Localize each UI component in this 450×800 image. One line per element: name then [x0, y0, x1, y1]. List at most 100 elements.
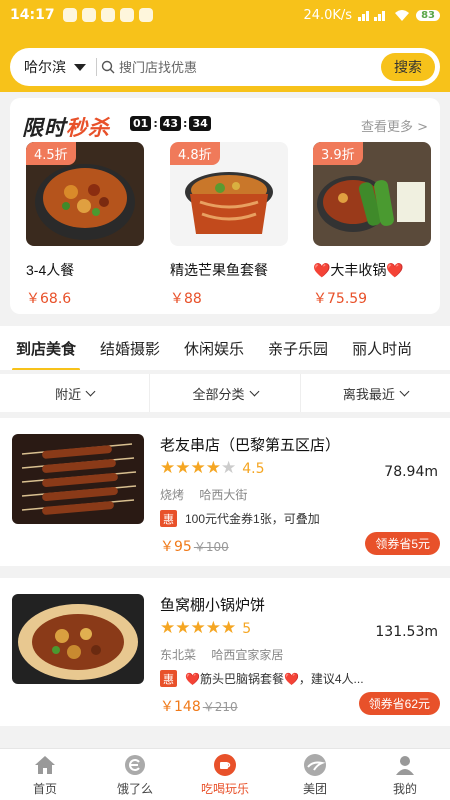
distance: 78.94m	[384, 464, 438, 480]
tab-wedding-photo[interactable]: 结婚摄影	[100, 338, 160, 359]
star-icon: ★	[175, 458, 191, 478]
shop-meta: 东北菜 哈西宜家家居	[160, 646, 295, 663]
caret-down-icon	[74, 63, 86, 71]
bottom-nav: 首页 饿了么 吃喝玩乐 美团 我的	[0, 748, 450, 800]
tab-dining[interactable]: 到店美食	[11, 338, 81, 370]
price-row: ￥148 ￥210	[160, 696, 238, 716]
notification-icon	[100, 8, 115, 22]
nav-label: 美团	[302, 781, 327, 796]
shop-name: 鱼窝棚小锅炉饼	[160, 597, 266, 614]
nav-home[interactable]: 首页	[0, 749, 90, 800]
flash-sale-title-prefix: 限时	[22, 116, 66, 140]
distance: 131.53m	[375, 624, 438, 640]
deal-image: 4.5折	[26, 142, 144, 246]
home-icon	[33, 753, 57, 777]
nav-profile[interactable]: 我的	[360, 749, 450, 800]
category-tabs: 到店美食 结婚摄影 休闲娱乐 亲子乐园 丽人时尚	[0, 326, 450, 370]
tab-beauty[interactable]: 丽人时尚	[352, 338, 412, 359]
shop-list-item[interactable]: 老友串店（巴黎第五区店） ★ ★ ★ ★ ★ 4.5 78.94m 烧烤 哈西大…	[0, 418, 450, 566]
deal-card[interactable]: 4.5折 3-4人餐 ￥68.6	[26, 142, 144, 308]
tab-kids[interactable]: 亲子乐园	[268, 338, 328, 359]
network-speed: 24.0K/s	[303, 7, 353, 23]
filter-label: 全部分类	[192, 386, 245, 402]
shop-image	[12, 434, 144, 524]
price-now: ￥148	[160, 699, 201, 715]
star-icon: ★	[205, 618, 221, 638]
deal-price: ￥88	[170, 291, 202, 307]
deal-price: ￥75.59	[313, 291, 368, 307]
countdown-timer: 01: 43: 34	[130, 116, 211, 131]
promo-line: 惠 ❤️筋头巴脑锅套餐❤️，建议4人...	[160, 670, 364, 687]
star-icon: ★	[160, 458, 176, 478]
nav-label: 吃喝玩乐	[200, 781, 249, 796]
search-button[interactable]: 搜索	[381, 53, 435, 81]
notification-icon	[119, 8, 134, 22]
promo-text: ❤️筋头巴脑锅套餐❤️，建议4人...	[185, 672, 364, 686]
status-bar: 14:17 24.0K/s 83	[0, 0, 450, 30]
filter-category[interactable]: 全部分类	[150, 374, 301, 412]
flash-sale-title-highlight: 秒杀	[66, 116, 110, 140]
deal-image: 3.9折	[313, 142, 431, 246]
divider	[96, 58, 97, 76]
shop-area: 哈西宜家家居	[211, 648, 284, 662]
search-bar: 哈尔滨 搜索	[10, 48, 440, 86]
deal-image: 4.8折	[170, 142, 288, 246]
deal-name: ❤️大丰收锅❤️	[313, 262, 404, 278]
chevron-down-icon	[399, 386, 410, 396]
price-original: ￥210	[202, 700, 238, 714]
filter-label: 离我最近	[342, 386, 395, 402]
shop-list-item[interactable]: 鱼窝棚小锅炉饼 ★ ★ ★ ★ ★ 5 131.53m 东北菜 哈西宜家家居 惠…	[0, 578, 450, 726]
rating-value: 5	[242, 620, 252, 637]
discount-badge: 3.9折	[313, 142, 363, 165]
wifi-icon	[395, 10, 410, 21]
search-icon	[101, 60, 115, 74]
flash-sale-title: 限时秒杀	[22, 112, 110, 142]
nav-eleme[interactable]: 饿了么	[90, 749, 180, 800]
city-selector[interactable]: 哈尔滨	[24, 57, 86, 77]
eleme-icon	[123, 753, 147, 777]
price-row: ￥95 ￥100	[160, 536, 229, 556]
timer-hours: 01	[130, 116, 152, 131]
nav-meituan[interactable]: 美团	[270, 749, 360, 800]
user-icon	[393, 753, 417, 777]
deal-name: 3-4人餐	[26, 262, 75, 278]
shop-name: 老友串店（巴黎第五区店）	[160, 437, 341, 454]
signal-icon	[358, 11, 386, 21]
deal-price: ￥68.6	[26, 291, 72, 307]
nav-label: 我的	[392, 781, 417, 796]
star-icon: ★	[221, 458, 237, 478]
chevron-down-icon	[85, 386, 96, 396]
price-now: ￥95	[160, 539, 192, 555]
cup-icon	[213, 753, 237, 777]
deal-card[interactable]: 3.9折 ❤️大丰收锅❤️ ￥75.59	[313, 142, 431, 308]
timer-seconds: 34	[189, 116, 211, 131]
claim-coupon-button[interactable]: 领券省5元	[365, 532, 440, 555]
view-more-link[interactable]: 查看更多 >	[361, 116, 428, 135]
filter-label: 附近	[55, 386, 82, 402]
shop-category: 烧烤	[160, 488, 185, 502]
filter-sort[interactable]: 离我最近	[301, 374, 450, 412]
deal-name: 精选芒果鱼套餐	[170, 262, 268, 278]
chevron-down-icon	[249, 386, 259, 396]
notification-icons	[62, 8, 153, 22]
tab-leisure[interactable]: 休闲娱乐	[184, 338, 244, 359]
star-rating: ★ ★ ★ ★ ★ 5	[160, 620, 251, 637]
battery-icon: 83	[416, 9, 440, 21]
nav-food-fun[interactable]: 吃喝玩乐	[180, 749, 270, 800]
notification-icon	[138, 8, 153, 22]
rating-value: 4.5	[242, 460, 265, 477]
search-input[interactable]	[119, 59, 381, 75]
filter-nearby[interactable]: 附近	[0, 374, 151, 412]
discount-badge: 4.8折	[170, 142, 220, 165]
promo-line: 惠 100元代金券1张，可叠加	[160, 510, 320, 527]
nav-label: 饿了么	[116, 781, 153, 796]
star-rating: ★ ★ ★ ★ ★ 4.5	[160, 460, 265, 477]
timer-minutes: 43	[159, 116, 182, 131]
deal-card[interactable]: 4.8折 精选芒果鱼套餐 ￥88	[170, 142, 288, 308]
star-icon: ★	[175, 618, 191, 638]
claim-coupon-button[interactable]: 领券省62元	[358, 692, 440, 715]
nav-label: 首页	[32, 781, 57, 796]
price-original: ￥100	[193, 540, 229, 554]
discount-badge: 4.5折	[26, 142, 76, 165]
promo-text: 100元代金券1张，可叠加	[185, 512, 320, 526]
